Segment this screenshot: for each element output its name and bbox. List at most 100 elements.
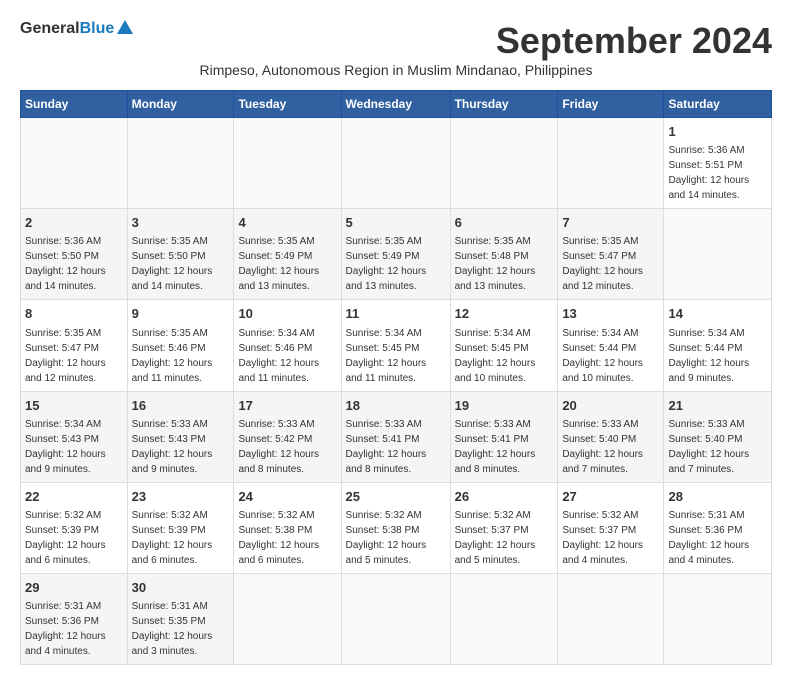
calendar-cell: 4 Sunrise: 5:35 AM Sunset: 5:49 PM Daylig… <box>234 209 341 300</box>
week-row-2: 8Sunrise: 5:35 AM Sunset: 5:47 PM Daylig… <box>21 300 772 391</box>
week-row-4: 22 Sunrise: 5:32 AM Sunset: 5:39 PM Dayli… <box>21 482 772 573</box>
calendar: SundayMondayTuesdayWednesdayThursdayFrid… <box>20 90 772 665</box>
day-info: Sunrise: 5:33 AM Sunset: 5:43 PM Dayligh… <box>132 417 230 477</box>
day-number: 28 <box>668 488 767 506</box>
day-number: 9 <box>132 305 230 323</box>
calendar-cell: 20 Sunrise: 5:33 AM Sunset: 5:40 PM Dayli… <box>558 391 664 482</box>
logo-icon <box>117 20 133 34</box>
day-number: 20 <box>562 397 659 415</box>
calendar-cell <box>341 118 450 209</box>
calendar-cell: 1Sunrise: 5:36 AM Sunset: 5:51 PM Daylig… <box>664 118 772 209</box>
title-section: September 2024 <box>133 20 772 62</box>
day-number: 11 <box>346 305 446 323</box>
day-number: 8 <box>25 305 123 323</box>
day-number: 26 <box>455 488 554 506</box>
calendar-cell: 10Sunrise: 5:34 AM Sunset: 5:46 PM Dayli… <box>234 300 341 391</box>
day-header-tuesday: Tuesday <box>234 91 341 118</box>
calendar-cell: 18Sunrise: 5:33 AM Sunset: 5:41 PM Dayli… <box>341 391 450 482</box>
calendar-cell <box>234 118 341 209</box>
calendar-cell: 17 Sunrise: 5:33 AM Sunset: 5:42 PM Dayli… <box>234 391 341 482</box>
day-info: Sunrise: 5:35 AM Sunset: 5:47 PM Dayligh… <box>562 234 659 294</box>
calendar-cell: 9 Sunrise: 5:35 AM Sunset: 5:46 PM Daylig… <box>127 300 234 391</box>
day-number: 18 <box>346 397 446 415</box>
calendar-cell <box>664 209 772 300</box>
day-info: Sunrise: 5:34 AM Sunset: 5:45 PM Dayligh… <box>346 326 446 386</box>
calendar-cell <box>450 118 558 209</box>
day-info: Sunrise: 5:35 AM Sunset: 5:46 PM Dayligh… <box>132 326 230 386</box>
calendar-cell <box>127 118 234 209</box>
day-number: 5 <box>346 214 446 232</box>
calendar-cell <box>234 573 341 664</box>
day-info: Sunrise: 5:32 AM Sunset: 5:37 PM Dayligh… <box>562 508 659 568</box>
day-number: 14 <box>668 305 767 323</box>
week-row-3: 15 Sunrise: 5:34 AM Sunset: 5:43 PM Dayli… <box>21 391 772 482</box>
day-info: Sunrise: 5:32 AM Sunset: 5:38 PM Dayligh… <box>238 508 336 568</box>
calendar-cell <box>664 573 772 664</box>
day-info: Sunrise: 5:33 AM Sunset: 5:41 PM Dayligh… <box>455 417 554 477</box>
day-info: Sunrise: 5:35 AM Sunset: 5:49 PM Dayligh… <box>238 234 336 294</box>
calendar-cell: 29Sunrise: 5:31 AM Sunset: 5:36 PM Dayli… <box>21 573 128 664</box>
day-number: 4 <box>238 214 336 232</box>
calendar-cell <box>558 118 664 209</box>
day-number: 25 <box>346 488 446 506</box>
day-number: 22 <box>25 488 123 506</box>
calendar-cell: 21 Sunrise: 5:33 AM Sunset: 5:40 PM Dayli… <box>664 391 772 482</box>
calendar-cell <box>558 573 664 664</box>
week-row-1: 2 Sunrise: 5:36 AM Sunset: 5:50 PM Daylig… <box>21 209 772 300</box>
calendar-cell: 24 Sunrise: 5:32 AM Sunset: 5:38 PM Dayli… <box>234 482 341 573</box>
day-number: 23 <box>132 488 230 506</box>
day-info: Sunrise: 5:35 AM Sunset: 5:50 PM Dayligh… <box>132 234 230 294</box>
day-number: 10 <box>238 305 336 323</box>
day-header-sunday: Sunday <box>21 91 128 118</box>
day-info: Sunrise: 5:33 AM Sunset: 5:40 PM Dayligh… <box>668 417 767 477</box>
calendar-cell: 13Sunrise: 5:34 AM Sunset: 5:44 PM Dayli… <box>558 300 664 391</box>
day-info: Sunrise: 5:36 AM Sunset: 5:50 PM Dayligh… <box>25 234 123 294</box>
week-row-0: 1Sunrise: 5:36 AM Sunset: 5:51 PM Daylig… <box>21 118 772 209</box>
week-row-5: 29Sunrise: 5:31 AM Sunset: 5:36 PM Dayli… <box>21 573 772 664</box>
day-info: Sunrise: 5:35 AM Sunset: 5:48 PM Dayligh… <box>455 234 554 294</box>
calendar-cell: 25Sunrise: 5:32 AM Sunset: 5:38 PM Dayli… <box>341 482 450 573</box>
calendar-cell <box>450 573 558 664</box>
calendar-cell: 19 Sunrise: 5:33 AM Sunset: 5:41 PM Dayli… <box>450 391 558 482</box>
day-info: Sunrise: 5:32 AM Sunset: 5:39 PM Dayligh… <box>25 508 123 568</box>
day-number: 24 <box>238 488 336 506</box>
day-header-monday: Monday <box>127 91 234 118</box>
calendar-cell: 30Sunrise: 5:31 AM Sunset: 5:35 PM Dayli… <box>127 573 234 664</box>
calendar-cell: 2 Sunrise: 5:36 AM Sunset: 5:50 PM Daylig… <box>21 209 128 300</box>
day-header-friday: Friday <box>558 91 664 118</box>
day-number: 12 <box>455 305 554 323</box>
calendar-cell: 5 Sunrise: 5:35 AM Sunset: 5:49 PM Daylig… <box>341 209 450 300</box>
calendar-cell <box>341 573 450 664</box>
day-info: Sunrise: 5:31 AM Sunset: 5:36 PM Dayligh… <box>25 599 123 659</box>
day-info: Sunrise: 5:35 AM Sunset: 5:49 PM Dayligh… <box>346 234 446 294</box>
day-info: Sunrise: 5:34 AM Sunset: 5:43 PM Dayligh… <box>25 417 123 477</box>
calendar-cell: 14Sunrise: 5:34 AM Sunset: 5:44 PM Dayli… <box>664 300 772 391</box>
day-number: 27 <box>562 488 659 506</box>
calendar-cell: 27 Sunrise: 5:32 AM Sunset: 5:37 PM Dayli… <box>558 482 664 573</box>
day-number: 16 <box>132 397 230 415</box>
day-number: 13 <box>562 305 659 323</box>
day-info: Sunrise: 5:31 AM Sunset: 5:36 PM Dayligh… <box>668 508 767 568</box>
day-info: Sunrise: 5:31 AM Sunset: 5:35 PM Dayligh… <box>132 599 230 659</box>
day-number: 17 <box>238 397 336 415</box>
day-number: 2 <box>25 214 123 232</box>
calendar-cell: 16 Sunrise: 5:33 AM Sunset: 5:43 PM Dayli… <box>127 391 234 482</box>
day-header-saturday: Saturday <box>664 91 772 118</box>
calendar-cell: 7Sunrise: 5:35 AM Sunset: 5:47 PM Daylig… <box>558 209 664 300</box>
calendar-cell: 11 Sunrise: 5:34 AM Sunset: 5:45 PM Dayli… <box>341 300 450 391</box>
logo: GeneralBlue <box>20 20 133 38</box>
day-header-wednesday: Wednesday <box>341 91 450 118</box>
day-info: Sunrise: 5:32 AM Sunset: 5:37 PM Dayligh… <box>455 508 554 568</box>
calendar-cell: 8Sunrise: 5:35 AM Sunset: 5:47 PM Daylig… <box>21 300 128 391</box>
calendar-cell: 23Sunrise: 5:32 AM Sunset: 5:39 PM Dayli… <box>127 482 234 573</box>
day-info: Sunrise: 5:33 AM Sunset: 5:40 PM Dayligh… <box>562 417 659 477</box>
day-number: 21 <box>668 397 767 415</box>
day-number: 19 <box>455 397 554 415</box>
calendar-cell: 3Sunrise: 5:35 AM Sunset: 5:50 PM Daylig… <box>127 209 234 300</box>
month-year: September 2024 <box>133 20 772 62</box>
calendar-cell: 15 Sunrise: 5:34 AM Sunset: 5:43 PM Dayli… <box>21 391 128 482</box>
calendar-cell <box>21 118 128 209</box>
day-number: 6 <box>455 214 554 232</box>
day-info: Sunrise: 5:33 AM Sunset: 5:42 PM Dayligh… <box>238 417 336 477</box>
day-number: 15 <box>25 397 123 415</box>
